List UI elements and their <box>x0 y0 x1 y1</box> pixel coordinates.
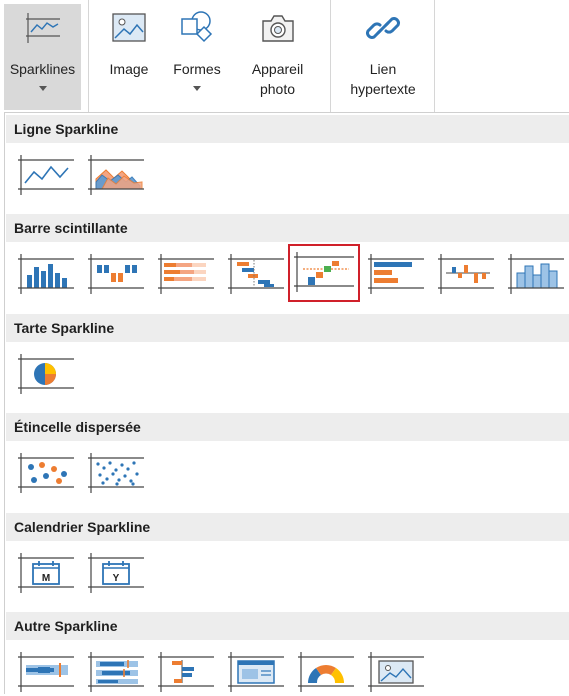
pie-sparkline-icon <box>18 354 74 394</box>
area-sparkline-icon <box>88 155 144 195</box>
section-header-line: Ligne Sparkline <box>6 115 569 143</box>
vari-sparkline-item[interactable] <box>433 248 499 298</box>
section-header-pie: Tarte Sparkline <box>6 314 569 342</box>
month-sparkline-icon: M <box>18 553 74 593</box>
camera-label: Appareil photo <box>240 59 315 99</box>
picture-icon <box>112 13 146 42</box>
chevron-down-icon <box>193 86 201 91</box>
spread-sparkline-icon <box>88 453 144 493</box>
boxplot-sparkline-item[interactable] <box>83 646 149 696</box>
stacked-bar-sparkline-item[interactable] <box>153 248 219 298</box>
year-letter: Y <box>113 573 120 584</box>
hyperlink-label-line2: hypertexte <box>350 81 416 97</box>
hbar-sparkline-item[interactable] <box>363 248 429 298</box>
camera-icon <box>261 15 294 42</box>
sparklines-button[interactable]: Sparklines <box>4 4 81 110</box>
gauge-sparkline-item[interactable] <box>293 646 359 696</box>
hyperlink-label: Lien hypertexte <box>340 59 426 99</box>
ribbon-divider <box>330 0 331 112</box>
sparkline-icon <box>25 13 60 43</box>
line-sparkline-item[interactable] <box>13 149 79 199</box>
hyperlink-button[interactable]: Lien hypertexte <box>340 4 426 108</box>
pie-sparkline-item[interactable] <box>13 348 79 398</box>
scatter-sparkline-icon <box>18 453 74 493</box>
scatter-sparkline-item[interactable] <box>13 447 79 497</box>
hbar-sparkline-icon <box>368 254 424 294</box>
image-label: Image <box>109 61 149 77</box>
shapes-button[interactable]: Formes <box>164 4 230 108</box>
histogram-sparkline-icon <box>508 254 564 294</box>
bullet-sparkline-item[interactable] <box>13 646 79 696</box>
image-table-sparkline-item[interactable] <box>223 646 289 696</box>
section-header-other: Autre Sparkline <box>6 612 569 640</box>
hyperlink-label-line1: Lien <box>369 61 397 77</box>
cascade-sparkline-item[interactable] <box>223 248 289 298</box>
pareto-sparkline-item[interactable] <box>288 244 360 302</box>
column-sparkline-item[interactable] <box>13 248 79 298</box>
month-letter: M <box>42 573 50 584</box>
sparkline-gallery: Ligne Sparkline Barre scintillante Tarte… <box>4 112 569 694</box>
year-sparkline-item[interactable]: Y <box>83 547 149 597</box>
stacked-bar-sparkline-icon <box>158 254 214 294</box>
month-sparkline-item[interactable]: M <box>13 547 79 597</box>
image-sparkline-item[interactable] <box>363 646 429 696</box>
spread-sparkline-item[interactable] <box>83 447 149 497</box>
winloss-sparkline-icon <box>88 254 144 294</box>
bar-label-sparkline-item[interactable] <box>153 646 219 696</box>
camera-label-line2: photo <box>259 81 296 97</box>
column-sparkline-icon <box>18 254 74 294</box>
vari-sparkline-icon <box>438 254 494 294</box>
ribbon-divider <box>434 0 435 112</box>
image-sparkline-icon <box>368 652 424 692</box>
pareto-sparkline-icon <box>294 252 354 292</box>
line-sparkline-icon <box>18 155 74 195</box>
chevron-down-icon <box>38 86 47 91</box>
camera-button[interactable]: Appareil photo <box>240 4 315 108</box>
section-header-calendar: Calendrier Sparkline <box>6 513 569 541</box>
link-icon <box>366 17 400 39</box>
ribbon-divider <box>88 0 89 112</box>
boxplot-sparkline-icon <box>88 652 144 692</box>
winloss-sparkline-item[interactable] <box>83 248 149 298</box>
insert-ribbon: Sparklines Image Formes Appareil photo L… <box>0 0 569 112</box>
section-header-scatter: Étincelle dispersée <box>6 413 569 441</box>
area-sparkline-item[interactable] <box>83 149 149 199</box>
sparklines-label: Sparklines <box>9 61 76 77</box>
cascade-sparkline-icon <box>228 254 284 294</box>
shapes-icon <box>181 11 213 43</box>
bullet-sparkline-icon <box>18 652 74 692</box>
image-button[interactable]: Image <box>96 4 162 108</box>
shapes-label: Formes <box>173 61 221 77</box>
gauge-sparkline-icon <box>298 652 354 692</box>
histogram-sparkline-item[interactable] <box>503 248 569 298</box>
section-header-bar: Barre scintillante <box>6 214 569 242</box>
camera-label-line1: Appareil <box>251 61 304 77</box>
year-sparkline-icon: Y <box>88 553 144 593</box>
image-table-sparkline-icon <box>228 652 284 692</box>
bar-label-sparkline-icon <box>158 652 214 692</box>
